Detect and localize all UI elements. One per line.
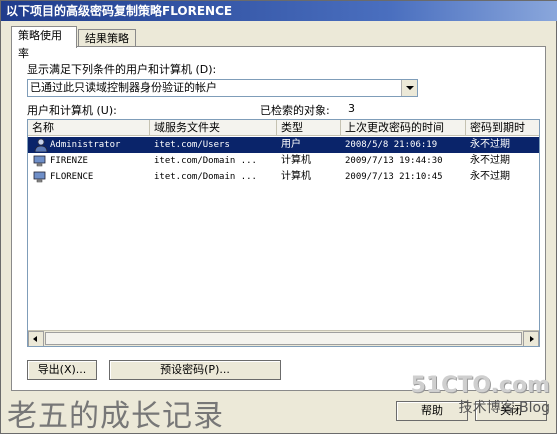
row-folder: itet.com/Domain ... [154, 156, 257, 166]
row-name: Administrator [50, 140, 121, 150]
site-logo-subtitle: 技术博客 Blog [458, 400, 550, 416]
filter-dropdown[interactable]: 已通过此只读域控制器身份验证的帐户 [27, 79, 418, 97]
column-header-password-expires[interactable]: 密码到期时 [466, 120, 539, 136]
object-count-value: 3 [348, 102, 355, 115]
row-folder: itet.com/Domain ... [154, 172, 257, 182]
site-logo: 51CTO.com [410, 373, 550, 398]
object-count-label: 已检索的对象: [260, 104, 330, 117]
row-expires: 永不过期 [470, 171, 510, 182]
help-button[interactable]: 帮助 [396, 401, 468, 421]
chevron-down-icon[interactable] [401, 80, 417, 96]
list-header: 名称 域服务文件夹 类型 上次更改密码的时间 密码到期时 [28, 120, 539, 136]
user-icon [34, 138, 48, 152]
column-header-type[interactable]: 类型 [277, 120, 341, 136]
row-folder: itet.com/Users [154, 140, 230, 150]
tab-resultant-policy[interactable]: 结果策略 [78, 29, 136, 47]
watermark-text: 老五的成长记录 [7, 399, 224, 434]
row-type: 计算机 [281, 155, 311, 166]
scroll-left-icon[interactable] [28, 331, 44, 346]
window-title: 以下项目的高级密码复制策略FLORENCE [6, 4, 233, 18]
row-expires: 永不过期 [470, 155, 510, 166]
table-row[interactable]: FIRENZE itet.com/Domain ... 计算机 2009/7/1… [28, 153, 539, 169]
column-header-name[interactable]: 名称 [28, 120, 150, 136]
dialog-window: 以下项目的高级密码复制策略FLORENCE 策略使用率 结果策略 显示满足下列条… [0, 0, 557, 434]
preset-password-button[interactable]: 预设密码(P)... [109, 360, 281, 380]
title-bar: 以下项目的高级密码复制策略FLORENCE [1, 1, 557, 21]
row-type: 计算机 [281, 171, 311, 182]
column-header-folder[interactable]: 域服务文件夹 [150, 120, 277, 136]
row-name: FIRENZE [50, 156, 88, 166]
row-type: 用户 [281, 139, 301, 150]
table-row[interactable]: FLORENCE itet.com/Domain ... 计算机 2009/7/… [28, 169, 539, 185]
filter-selected-value: 已通过此只读域控制器身份验证的帐户 [30, 81, 217, 94]
scroll-thumb[interactable] [45, 332, 522, 345]
table-row[interactable]: Administrator itet.com/Users 用户 2008/5/8… [28, 137, 539, 153]
row-expires: 永不过期 [470, 139, 510, 150]
tab-policy-usage[interactable]: 策略使用率 [11, 26, 77, 60]
row-changed: 2009/7/13 19:44:30 [345, 156, 443, 166]
computer-icon [33, 171, 46, 183]
column-header-password-changed[interactable]: 上次更改密码的时间 [341, 120, 466, 136]
list-label: 用户和计算机 (U): [27, 104, 117, 117]
horizontal-scrollbar[interactable] [28, 330, 539, 346]
row-changed: 2008/5/8 21:06:19 [345, 140, 438, 150]
export-button[interactable]: 导出(X)... [27, 360, 97, 380]
row-changed: 2009/7/13 21:10:45 [345, 172, 443, 182]
computer-icon [33, 155, 46, 167]
tab-panel: 显示满足下列条件的用户和计算机 (D): 已通过此只读域控制器身份验证的帐户 用… [11, 46, 546, 391]
row-name: FLORENCE [50, 172, 94, 182]
scroll-right-icon[interactable] [523, 331, 539, 346]
users-computers-list[interactable]: 名称 域服务文件夹 类型 上次更改密码的时间 密码到期时 Administrat… [27, 119, 540, 347]
filter-label: 显示满足下列条件的用户和计算机 (D): [27, 63, 217, 76]
